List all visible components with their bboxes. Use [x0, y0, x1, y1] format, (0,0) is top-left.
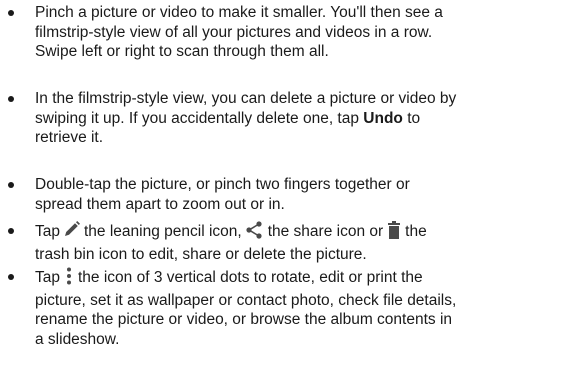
bullet-dot [8, 10, 14, 16]
instruction-document: Pinch a picture or video to make it smal… [0, 0, 582, 369]
text-line: Tap the leaning pencil icon, the share ico… [35, 221, 581, 245]
text-segment: Tap [35, 223, 60, 240]
text-line: swiping it up. If you accidentally delet… [35, 109, 581, 129]
text-line: spread them apart to zoom out or in. [35, 195, 285, 213]
share-icon [244, 221, 266, 245]
text-segment: to [402, 109, 421, 127]
text-segment: the icon of 3 vertical dots to rotate, e… [78, 269, 423, 286]
pencil-icon [62, 221, 82, 245]
text-line: retrieve it. [35, 129, 104, 147]
list-item-text: Pinch a picture or video to make it smal… [35, 3, 581, 62]
bullet-dot [8, 96, 14, 102]
text-line: filmstrip-style view of all your picture… [35, 23, 433, 41]
bullet-dot [8, 182, 14, 188]
text-line: Swipe left or right to scan through them… [35, 43, 329, 61]
text-line: Tap the icon of 3 vertical dots to rotate… [35, 267, 581, 291]
undo-label: Undo [363, 109, 403, 127]
text-line: In the filmstrip-style view, you can del… [35, 90, 457, 107]
text-line: picture, set it as wallpaper or contact … [35, 291, 457, 309]
text-line: rename the picture or video, or browse t… [35, 311, 453, 329]
text-line: trash bin icon to edit, share or delete … [35, 245, 367, 263]
list-item-text: Double-tap the picture, or pinch two fin… [35, 175, 581, 214]
text-segment: the leaning pencil icon, [84, 223, 242, 240]
text-line: Pinch a picture or video to make it smal… [35, 4, 443, 21]
bullet-dot [8, 228, 14, 234]
vertical-dots-icon [62, 267, 76, 291]
text-line: a slideshow. [35, 330, 120, 348]
text-line: Double-tap the picture, or pinch two fin… [35, 176, 410, 193]
bullet-dot [8, 274, 14, 280]
text-segment: swiping it up. If you accidentally delet… [35, 109, 364, 127]
list-item-text: Tap the leaning pencil icon, the share ico… [35, 221, 581, 264]
list-item-text: Tap the icon of 3 vertical dots to rotate… [35, 267, 581, 349]
text-segment: the [405, 223, 427, 240]
text-segment: Tap [35, 269, 60, 286]
text-segment: the share icon or [267, 223, 384, 240]
trash-icon [385, 221, 403, 245]
list-item-text: In the filmstrip-style view, you can del… [35, 89, 581, 148]
